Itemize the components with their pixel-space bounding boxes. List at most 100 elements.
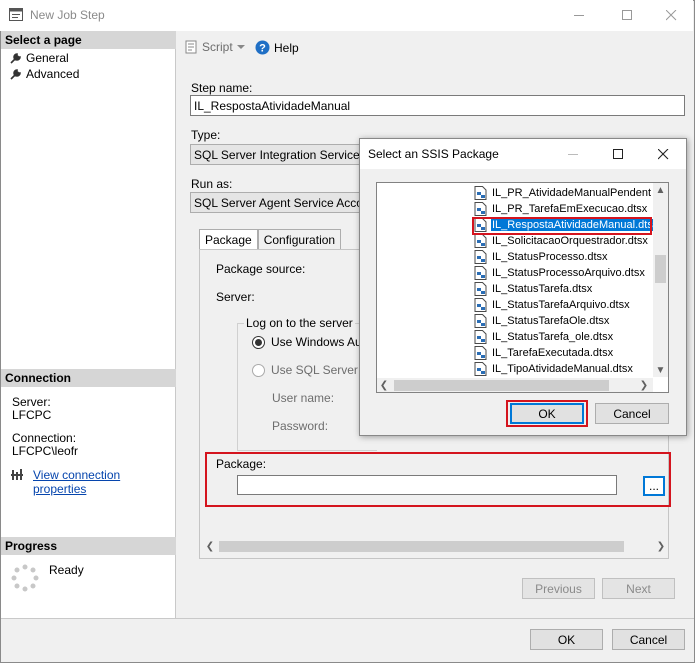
sql-auth-radio[interactable]: Use SQL Server A (252, 363, 369, 377)
package-list-item[interactable]: IL_StatusTarefa.dtsx (474, 281, 593, 297)
scrollbar-thumb[interactable] (394, 380, 609, 391)
connection-label: Connection: (12, 431, 77, 445)
list-horizontal-scrollbar[interactable]: ❮ ❯ (377, 378, 653, 392)
ssis-package-file-icon (474, 346, 487, 360)
dialog-minimize-button[interactable] (553, 139, 593, 169)
package-list-item-label: IL_TarefaExecutada.dtsx (492, 347, 614, 359)
ssis-package-file-icon (474, 314, 487, 328)
package-list-item-label: IL_PR_TarefaEmExecucao.dtsx (492, 203, 648, 215)
logon-group-label: Log on to the server (244, 316, 355, 330)
package-list-item-label: IL_StatusProcesso.dtsx (492, 251, 608, 263)
server-label: Server: (12, 395, 51, 409)
browse-package-button[interactable]: ... (643, 476, 665, 496)
run-as-select[interactable]: SQL Server Agent Service Account (190, 192, 365, 213)
minimize-button[interactable] (556, 0, 602, 31)
package-list-item[interactable]: IL_StatusTarefaArquivo.dtsx (474, 297, 631, 313)
windows-auth-label: Use Windows Auth (271, 335, 372, 349)
server-value: LFCPC (12, 408, 52, 422)
ok-button[interactable]: OK (530, 629, 603, 650)
package-list-item-label: IL_TipoAtividadeManual.dtsx (492, 363, 633, 375)
dialog-ok-button[interactable]: OK (510, 403, 584, 424)
package-source-label: Package source: (216, 262, 306, 276)
package-tree-list[interactable]: IL_PR_AtividadeManualPendent IL_PR_Tarefa… (376, 182, 669, 393)
sql-auth-label: Use SQL Server A (271, 363, 369, 377)
package-list-item-label: IL_PR_AtividadeManualPendent (492, 187, 652, 199)
select-ssis-package-dialog: Select an SSIS Package IL_PR_AtividadeMa… (359, 138, 687, 436)
package-list-item[interactable]: IL_StatusProcesso.dtsx (474, 249, 609, 265)
scroll-up-arrow-icon[interactable]: ▲ (653, 183, 668, 197)
connection-value: LFCPC\leofr (12, 444, 79, 458)
scroll-right-arrow-icon[interactable]: ❯ (654, 539, 668, 554)
nav-item-advanced[interactable]: Advanced (9, 66, 79, 82)
dialog-title: Select an SSIS Package (368, 147, 499, 161)
nav-item-label: Advanced (26, 67, 80, 81)
selected-item-highlight (472, 217, 652, 235)
minimize-icon (567, 153, 578, 155)
dialog-maximize-button[interactable] (598, 139, 638, 169)
package-list-item[interactable]: IL_SolicitacaoOrquestrador.dtsx (474, 233, 649, 249)
title-bar: New Job Step (0, 0, 693, 31)
ssis-package-file-icon (474, 266, 487, 280)
ssis-package-file-icon (474, 234, 487, 248)
previous-button[interactable]: Previous (522, 578, 595, 599)
connection-properties-icon (11, 469, 23, 480)
ssis-package-file-icon (474, 362, 487, 376)
close-button[interactable] (648, 0, 694, 31)
nav-item-label: General (26, 51, 69, 65)
dialog-close-button[interactable] (643, 139, 683, 169)
close-icon (665, 10, 676, 21)
package-list-item-label: IL_StatusTarefaOle.dtsx (492, 315, 610, 327)
package-list-item[interactable]: IL_TarefaExecutada.dtsx (474, 345, 614, 361)
tab-configuration[interactable]: Configuration (257, 229, 342, 250)
package-list-item[interactable]: IL_PR_AtividadeManualPendent (474, 185, 652, 201)
tab-package[interactable]: Package (199, 229, 258, 250)
view-connection-properties-link[interactable]: View connection properties (33, 468, 175, 496)
dialog-cancel-button[interactable]: Cancel (595, 403, 669, 424)
scrollbar-thumb[interactable] (219, 541, 624, 552)
step-name-input[interactable]: IL_RespostaAtividadeManual (190, 95, 685, 116)
package-list-item[interactable]: IL_StatusProcessoArquivo.dtsx (474, 265, 646, 281)
nav-item-general[interactable]: General (9, 50, 69, 66)
panel-horizontal-scrollbar[interactable]: ❮ ❯ (203, 539, 668, 554)
maximize-button[interactable] (604, 0, 650, 31)
package-list-item-label: IL_StatusTarefaArquivo.dtsx (492, 299, 630, 311)
ssis-package-file-icon (474, 330, 487, 344)
windows-auth-radio[interactable]: Use Windows Auth (252, 335, 372, 349)
scrollbar-thumb[interactable] (655, 255, 666, 283)
progress-spinner-icon (11, 564, 39, 592)
ssis-package-file-icon (474, 202, 487, 216)
package-label: Package: (216, 457, 267, 471)
cancel-button[interactable]: Cancel (612, 629, 685, 650)
package-list-item[interactable]: IL_TipoAtividadeManual.dtsx (474, 361, 634, 377)
package-list-item-label: IL_StatusTarefa_ole.dtsx (492, 331, 614, 343)
package-list-item[interactable]: IL_StatusTarefaOle.dtsx (474, 313, 610, 329)
step-name-label: Step name: (191, 81, 253, 95)
package-list-item[interactable]: IL_PR_TarefaEmExecucao.dtsx (474, 201, 648, 217)
maximize-icon (621, 10, 632, 20)
scroll-left-arrow-icon[interactable]: ❮ (377, 378, 391, 392)
type-select[interactable]: SQL Server Integration Services Pa (190, 144, 365, 165)
footer-divider (1, 618, 694, 619)
left-pane: Select a page General Advanced Connectio… (1, 31, 176, 618)
window-title: New Job Step (30, 8, 105, 22)
dialog-title-bar: Select an SSIS Package (360, 139, 686, 169)
package-input[interactable] (237, 475, 617, 495)
type-label: Type: (191, 128, 221, 142)
list-vertical-scrollbar[interactable]: ▲ ▼ (653, 183, 668, 377)
radio-unchecked-icon (252, 363, 265, 377)
scroll-down-arrow-icon[interactable]: ▼ (653, 363, 668, 377)
ssis-package-file-icon (474, 250, 487, 264)
scroll-right-arrow-icon[interactable]: ❯ (637, 378, 651, 392)
help-icon: ? (255, 40, 270, 55)
next-button[interactable]: Next (602, 578, 675, 599)
ssis-package-file-icon (474, 298, 487, 312)
script-button[interactable]: Script (184, 40, 245, 54)
package-list-item[interactable]: IL_StatusTarefa_ole.dtsx (474, 329, 614, 345)
help-button[interactable]: ? Help (255, 40, 299, 55)
scroll-left-arrow-icon[interactable]: ❮ (203, 539, 217, 554)
package-list-item-label: IL_SolicitacaoOrquestrador.dtsx (492, 235, 648, 247)
password-label: Password: (272, 419, 329, 433)
progress-header: Progress (1, 537, 176, 555)
select-page-header: Select a page (1, 31, 176, 49)
package-list-item-label: IL_StatusTarefa.dtsx (492, 283, 593, 295)
